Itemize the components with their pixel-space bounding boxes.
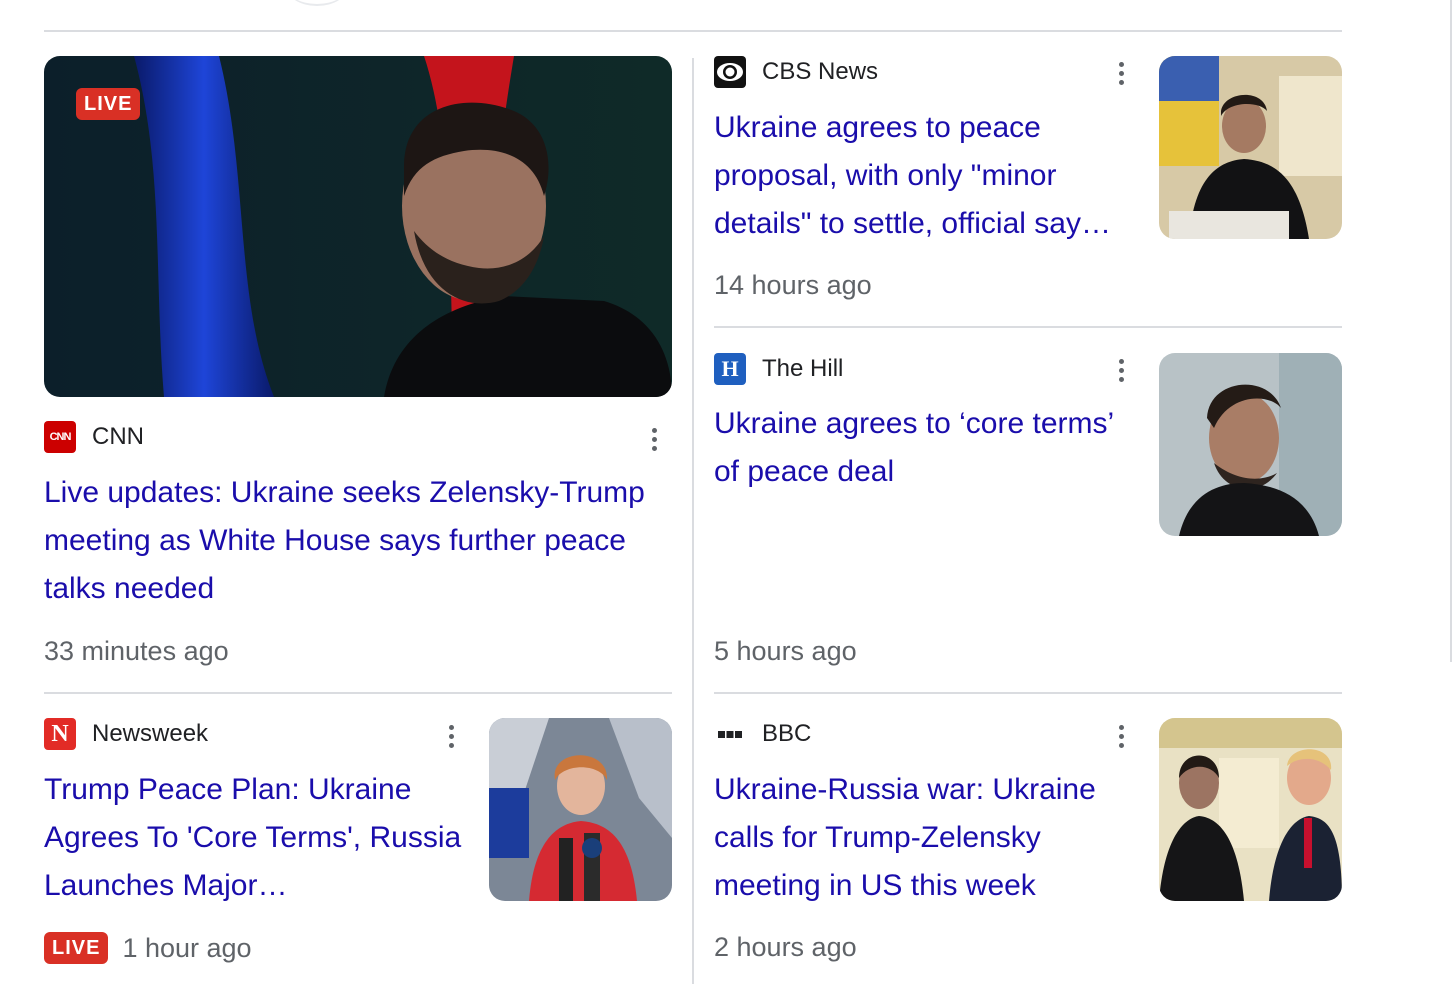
source-name: CNN (92, 423, 144, 450)
article-meta-row: LIVE 1 hour ago (44, 932, 252, 964)
source-row-bbc: BBC (714, 718, 811, 750)
article-headline-link[interactable]: Live updates: Ukraine seeks Zelensky-Tru… (44, 469, 672, 613)
source-row-the-hill: H The Hill (714, 353, 843, 385)
source-name: Newsweek (92, 720, 209, 747)
article-thumbnail-cbs[interactable] (1159, 56, 1342, 239)
article-timestamp: 2 hours ago (714, 932, 857, 962)
thumbnail-image (1159, 353, 1342, 536)
more-options-button[interactable] (436, 716, 466, 756)
scrollbar-track[interactable] (1450, 0, 1452, 662)
article-thumbnail-cnn[interactable]: LIVE (44, 56, 672, 397)
article-timestamp: 33 minutes ago (44, 636, 229, 666)
live-badge: LIVE (76, 88, 141, 120)
article-headline-link[interactable]: Ukraine agrees to peace proposal, with o… (714, 104, 1140, 248)
source-name: The Hill (762, 355, 844, 382)
source-name: BBC (762, 720, 812, 747)
top-divider (44, 30, 1342, 32)
live-badge: LIVE (44, 932, 109, 964)
article-timestamp: 5 hours ago (714, 636, 857, 666)
source-row-newsweek: N Newsweek (44, 718, 208, 750)
source-row-cnn: CNN CNN (44, 421, 644, 453)
article-thumbnail-the-hill[interactable] (1159, 353, 1342, 536)
cnn-logo-icon: CNN (44, 421, 76, 453)
article-headline-link[interactable]: Ukraine agrees to ‘core terms’ of peace … (714, 400, 1144, 496)
thumbnail-image (489, 718, 672, 901)
source-row-cbs: CBS News (714, 56, 878, 88)
search-tab-indicator (286, 0, 348, 6)
the-hill-logo-icon: H (714, 353, 746, 385)
column-divider (692, 58, 694, 984)
article-thumbnail-bbc[interactable] (1159, 718, 1342, 901)
cbs-eye-logo-icon (714, 56, 746, 88)
bbc-logo-icon (714, 718, 746, 750)
thumbnail-image (1159, 718, 1342, 901)
more-options-button[interactable] (1106, 716, 1136, 756)
more-options-button[interactable] (639, 419, 669, 459)
newsweek-logo-icon: N (44, 718, 76, 750)
more-options-button[interactable] (1106, 350, 1136, 390)
thumbnail-image (1159, 56, 1342, 239)
article-thumbnail-newsweek[interactable] (489, 718, 672, 901)
card-divider (714, 692, 1342, 694)
source-name: CBS News (762, 58, 879, 85)
article-headline-link[interactable]: Trump Peace Plan: Ukraine Agrees To 'Cor… (44, 766, 464, 910)
article-headline-link[interactable]: Ukraine-Russia war: Ukraine calls for Tr… (714, 766, 1144, 910)
article-timestamp: 14 hours ago (714, 270, 872, 300)
card-divider (44, 692, 672, 694)
card-divider (714, 326, 1342, 328)
more-options-button[interactable] (1106, 53, 1136, 93)
article-timestamp: 1 hour ago (122, 932, 252, 963)
